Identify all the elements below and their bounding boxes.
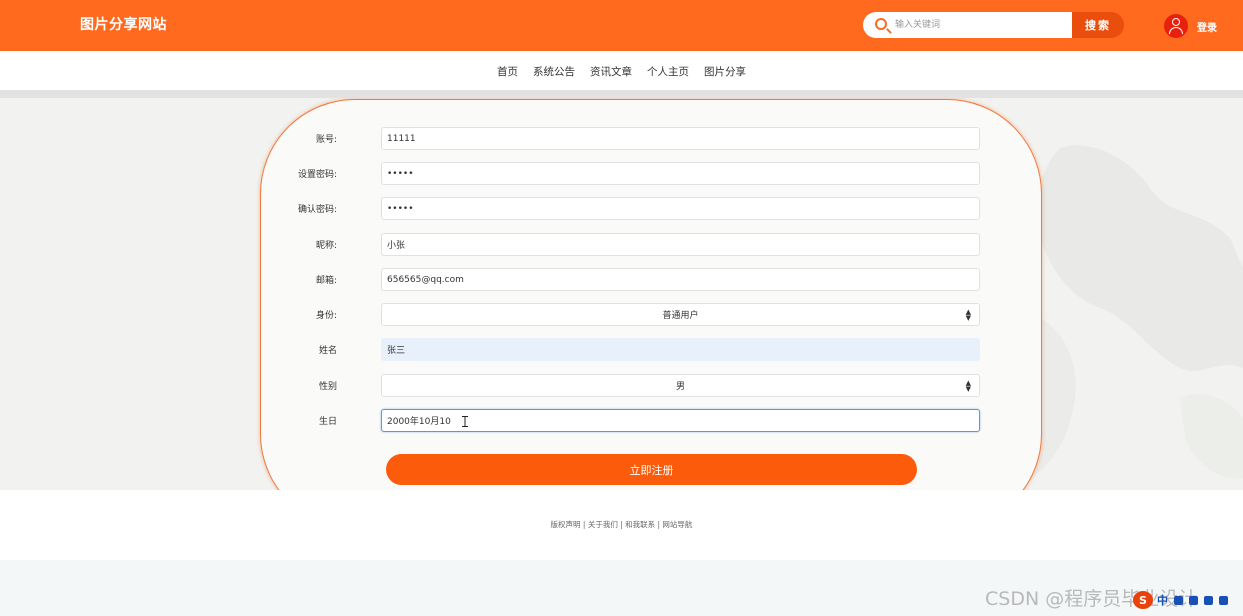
field-row-gender: 性别 男 ▲ ▼ — [261, 374, 1043, 397]
ime-mic-icon[interactable] — [1189, 595, 1198, 605]
nickname-label: 昵称: — [315, 241, 337, 251]
name-input[interactable]: 张三 — [381, 338, 980, 361]
ime-toolbar[interactable]: S 中 — [1133, 590, 1243, 610]
password-label: 设置密码: — [297, 170, 337, 180]
email-label: 邮箱: — [315, 276, 337, 286]
login-label[interactable]: 登录 — [1197, 19, 1217, 34]
password-input[interactable]: ••••• — [381, 162, 980, 185]
user-icon[interactable] — [1164, 14, 1188, 38]
select-arrows-icon: ▲ ▼ — [965, 308, 971, 322]
ime-logo-icon[interactable]: S — [1133, 591, 1153, 609]
register-form-card: 账号: 11111 设置密码: ••••• 确认密码: ••••• 昵称: 小张… — [260, 99, 1042, 490]
text-cursor-icon — [462, 416, 468, 427]
confirm-password-label: 确认密码: — [297, 205, 337, 215]
nav-item-image-share[interactable]: 图片分享 — [704, 64, 746, 79]
field-row-birthday: 生日 2000年10月10 — [261, 409, 1043, 432]
role-select[interactable]: 普通用户 ▲ ▼ — [381, 303, 980, 326]
register-section: 账号: 11111 设置密码: ••••• 确认密码: ••••• 昵称: 小张… — [0, 98, 1243, 490]
field-row-name: 姓名 张三 — [261, 338, 1043, 361]
field-row-account: 账号: 11111 — [261, 127, 1043, 150]
nav-divider — [0, 90, 1243, 98]
gender-select[interactable]: 男 ▲ ▼ — [381, 374, 980, 397]
field-row-role: 身份: 普通用户 ▲ ▼ — [261, 303, 1043, 326]
search-input[interactable] — [895, 15, 1065, 35]
top-header: 图片分享网站 搜索 登录 — [0, 0, 1243, 51]
field-row-password: 设置密码: ••••• — [261, 162, 1043, 185]
main-nav: 首页 系统公告 资讯文章 个人主页 图片分享 — [0, 51, 1243, 91]
ime-skin-icon[interactable] — [1219, 595, 1228, 605]
account-input[interactable]: 11111 — [381, 127, 980, 150]
nav-items: 首页 系统公告 资讯文章 个人主页 图片分享 — [497, 64, 761, 79]
search-button[interactable]: 搜索 — [1072, 12, 1124, 38]
confirm-password-input[interactable]: ••••• — [381, 197, 980, 220]
nav-item-announcements[interactable]: 系统公告 — [533, 64, 575, 79]
nav-item-home[interactable]: 首页 — [497, 64, 518, 79]
nickname-input[interactable]: 小张 — [381, 233, 980, 256]
site-title[interactable]: 图片分享网站 — [80, 14, 167, 34]
role-select-value: 普通用户 — [662, 311, 699, 321]
footer-links[interactable]: 版权声明 | 关于我们 | 和我联系 | 网站导航 — [0, 519, 1243, 530]
field-row-nickname: 昵称: 小张 — [261, 233, 1043, 256]
field-row-email: 邮箱: 656565@qq.com — [261, 268, 1043, 291]
ime-punct-icon[interactable] — [1174, 595, 1183, 605]
field-row-confirm-password: 确认密码: ••••• — [261, 197, 1043, 220]
birthday-input[interactable]: 2000年10月10 — [381, 409, 980, 432]
footer: 版权声明 | 关于我们 | 和我联系 | 网站导航 — [0, 490, 1243, 560]
ime-keyboard-icon[interactable] — [1204, 595, 1213, 605]
gender-select-value: 男 — [675, 382, 685, 392]
search-bar: 搜索 — [863, 12, 1124, 38]
search-icon — [875, 18, 887, 30]
nav-item-articles[interactable]: 资讯文章 — [590, 64, 632, 79]
birthday-label: 生日 — [318, 417, 337, 427]
gender-label: 性别 — [318, 382, 337, 392]
account-label: 账号: — [315, 135, 337, 145]
select-arrows-icon: ▲ ▼ — [965, 379, 971, 393]
name-label: 姓名 — [318, 346, 337, 356]
ime-tool-icons — [1174, 595, 1228, 605]
email-input[interactable]: 656565@qq.com — [381, 268, 980, 291]
ime-language-indicator[interactable]: 中 — [1157, 592, 1168, 608]
nav-item-profile[interactable]: 个人主页 — [647, 64, 689, 79]
register-button[interactable]: 立即注册 — [386, 454, 917, 485]
birthday-value: 2000年10月10 — [387, 417, 451, 427]
login-link[interactable]: 登录 — [1164, 13, 1217, 39]
role-label: 身份: — [315, 311, 337, 321]
search-box — [863, 12, 1074, 38]
